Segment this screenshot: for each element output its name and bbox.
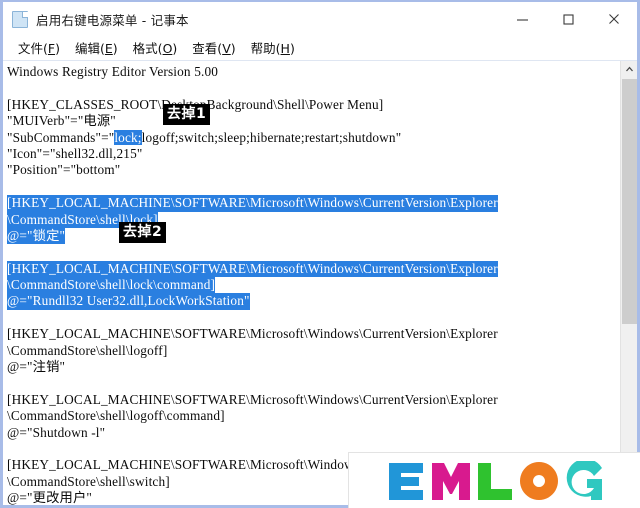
doc-line-selected[interactable]: \CommandStore\shell\lock] [7, 211, 620, 228]
doc-blank-line[interactable] [7, 80, 620, 96]
doc-blank-line[interactable] [7, 244, 620, 260]
doc-line-selected[interactable]: @="锁定" [7, 227, 620, 245]
emlog-watermark [348, 452, 640, 508]
doc-line-selected[interactable]: [HKEY_LOCAL_MACHINE\SOFTWARE\Microsoft\W… [7, 260, 620, 278]
scrollbar-thumb[interactable] [622, 79, 637, 324]
doc-line[interactable]: "MUIVerb"="电源" [7, 113, 620, 129]
menu-item-e[interactable]: 编辑(E) [68, 39, 126, 58]
doc-line[interactable]: @="Shutdown -l" [7, 425, 620, 441]
close-button[interactable] [591, 2, 637, 36]
doc-text: [HKEY_LOCAL_MACHINE\SOFTWARE\Microsoft\W… [7, 391, 498, 407]
menu-item-v[interactable]: 查看(V) [185, 39, 243, 58]
menu-item-o[interactable]: 格式(O) [126, 39, 186, 58]
title-bar: 启用右键电源菜单 - 记事本 [3, 2, 637, 36]
notepad-icon [12, 10, 29, 28]
doc-line[interactable]: [HKEY_LOCAL_MACHINE\SOFTWARE\Microsoft\W… [7, 392, 620, 408]
doc-selected-token: lock; [114, 129, 142, 145]
menu-item-f[interactable]: 文件(F) [11, 39, 68, 58]
logo-letter-g [566, 460, 602, 500]
doc-line[interactable]: [HKEY_CLASSES_ROOT\DesktopBackground\She… [7, 97, 620, 113]
doc-text: \CommandStore\shell\logoff] [7, 342, 168, 358]
annotation-badge-1: 去掉1 [163, 104, 211, 125]
doc-text: "Icon"="shell32.dll,215" [7, 145, 143, 161]
registry-document[interactable]: Windows Registry Editor Version 5.00 [HK… [7, 64, 620, 505]
doc-selected-text: [HKEY_LOCAL_MACHINE\SOFTWARE\Microsoft\W… [7, 260, 498, 278]
doc-text: \CommandStore\shell\logoff\command] [7, 408, 225, 424]
window-title: 启用右键电源菜单 - 记事本 [36, 12, 189, 28]
doc-line-highlighted[interactable]: "SubCommands"="lock;logoff;switch;sleep;… [7, 129, 620, 146]
doc-text: \CommandStore\shell\switch] [7, 473, 170, 489]
doc-text: logoff;switch;sleep;hibernate;restart;sh… [141, 129, 402, 145]
client-area: Windows Registry Editor Version 5.00 [HK… [3, 60, 637, 505]
doc-text: @="注销" [7, 359, 66, 375]
doc-selected-text: @="Rundll32 User32.dll,LockWorkStation" [7, 293, 250, 310]
emlog-logo [385, 460, 605, 501]
doc-text: "Position"="bottom" [7, 162, 121, 178]
vertical-scrollbar[interactable] [620, 61, 637, 505]
notepad-window: 启用右键电源菜单 - 记事本 文件(F) 编辑(E) 格式(O) 查看(V) 帮助(H)… [0, 0, 640, 508]
doc-line[interactable]: Windows Registry Editor Version 5.00 [7, 64, 620, 80]
doc-selected-text: @="锁定" [7, 227, 66, 245]
menu-item-h[interactable]: 帮助(H) [244, 39, 303, 58]
doc-text: @="更改用户" [7, 490, 92, 505]
text-editor[interactable]: Windows Registry Editor Version 5.00 [HK… [3, 61, 620, 505]
doc-line[interactable]: \CommandStore\shell\logoff] [7, 343, 620, 359]
doc-line[interactable]: @="注销" [7, 359, 620, 375]
doc-line-selected[interactable]: \CommandStore\shell\lock\command] [7, 277, 620, 294]
doc-line[interactable]: [HKEY_LOCAL_MACHINE\SOFTWARE\Microsoft\W… [7, 326, 620, 342]
menu-item-label: 编辑(E) [74, 40, 118, 56]
doc-text: "MUIVerb"="电源" [7, 113, 116, 129]
window-controls [499, 2, 637, 36]
menu-bar: 文件(F) 编辑(E) 格式(O) 查看(V) 帮助(H) [3, 36, 637, 60]
doc-blank-line[interactable] [7, 375, 620, 391]
doc-line[interactable]: "Position"="bottom" [7, 162, 620, 178]
scroll-up-arrow[interactable] [621, 61, 637, 78]
doc-line-selected[interactable]: [HKEY_LOCAL_MACHINE\SOFTWARE\Microsoft\W… [7, 195, 620, 212]
doc-line-selected[interactable]: @="Rundll32 User32.dll,LockWorkStation" [7, 293, 620, 310]
doc-selected-text: \CommandStore\shell\lock\command] [7, 277, 216, 294]
doc-text: Windows Registry Editor Version 5.00 [7, 64, 219, 79]
menu-item-label: 格式(O) [132, 40, 178, 56]
doc-blank-line[interactable] [7, 310, 620, 326]
minimize-button[interactable] [499, 2, 545, 36]
logo-letter-l [477, 462, 512, 500]
doc-text: @="Shutdown -l" [7, 424, 106, 440]
menu-item-label: 帮助(H) [250, 40, 295, 56]
menu-item-label: 文件(F) [18, 40, 60, 56]
logo-letter-e [388, 462, 423, 500]
annotation-badge-2: 去掉2 [119, 222, 167, 243]
doc-blank-line[interactable] [7, 179, 620, 195]
doc-selected-text: [HKEY_LOCAL_MACHINE\SOFTWARE\Microsoft\W… [7, 195, 498, 212]
doc-line[interactable]: \CommandStore\shell\logoff\command] [7, 408, 620, 424]
doc-text: [HKEY_LOCAL_MACHINE\SOFTWARE\Microsoft\W… [7, 326, 498, 342]
menu-item-label: 查看(V) [192, 40, 236, 56]
logo-letter-o [519, 461, 558, 500]
logo-letter-m [431, 462, 470, 500]
maximize-button[interactable] [545, 2, 591, 36]
doc-line[interactable]: "Icon"="shell32.dll,215" [7, 146, 620, 162]
doc-text: "SubCommands"=" [7, 129, 115, 145]
